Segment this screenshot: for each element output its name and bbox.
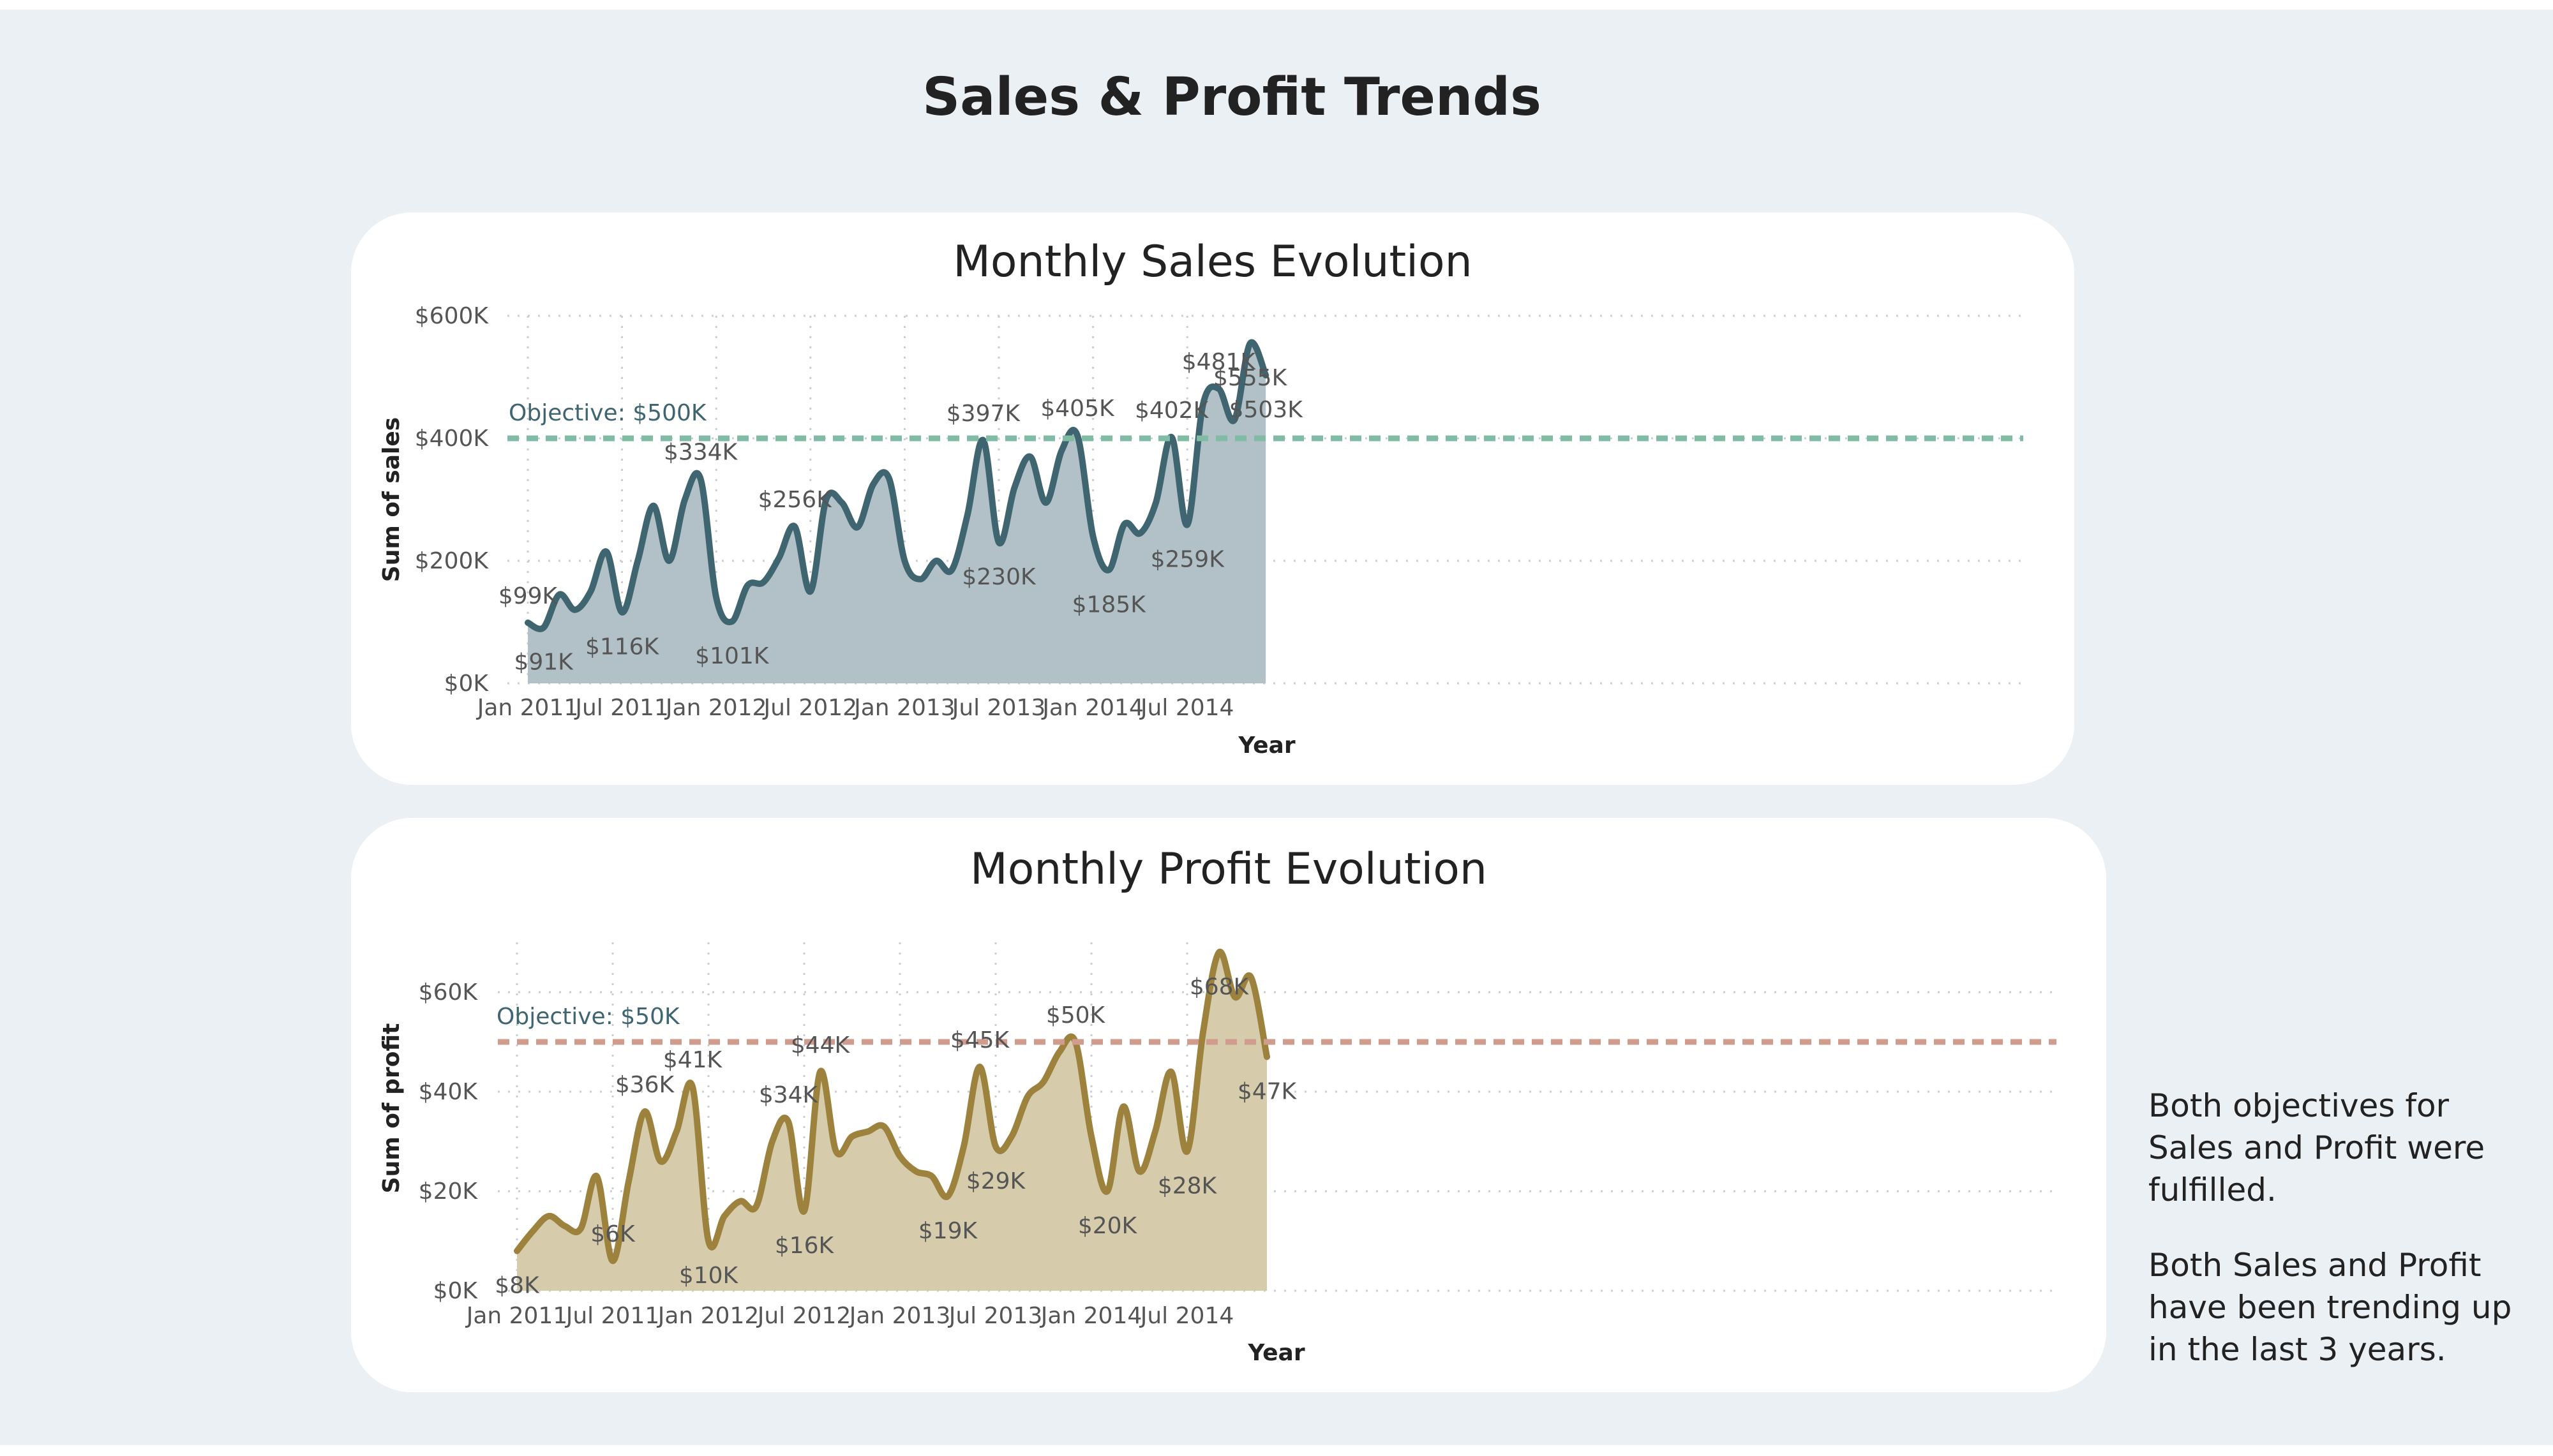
objective-label: Objective: $50K — [497, 1004, 680, 1030]
data-label: $45K — [950, 1027, 1010, 1053]
data-label: $10K — [679, 1263, 739, 1289]
note-trend: Both Sales and Profit have been trending… — [2148, 1247, 2512, 1368]
page-title: Sales & Profit Trends — [922, 67, 1541, 128]
sales-chart[interactable]: Monthly Sales Evolution $0K $200K $400K $600… — [351, 212, 2074, 785]
y-tick-label: $60K — [419, 979, 479, 1006]
data-label: $34K — [759, 1082, 819, 1108]
data-label: $405K — [1040, 396, 1115, 422]
data-label: $44K — [791, 1032, 851, 1059]
x-tick-label: Jul 2011 — [574, 695, 669, 721]
data-label: $19K — [918, 1218, 978, 1244]
data-label: $68K — [1190, 974, 1250, 1000]
x-axis-title: Year — [1238, 732, 1295, 759]
x-tick-label: Jul 2011 — [565, 1303, 660, 1329]
data-label: $29K — [966, 1168, 1026, 1194]
y-tick-label: $600K — [415, 303, 490, 329]
data-label: $185K — [1072, 591, 1147, 618]
data-label: $230K — [962, 564, 1037, 590]
x-tick-label: Jul 2012 — [756, 1303, 851, 1329]
data-label: $402K — [1135, 397, 1209, 424]
y-tick-label: $40K — [419, 1079, 479, 1105]
data-label: $99K — [498, 583, 558, 609]
chart-title: Monthly Sales Evolution — [953, 237, 1472, 287]
y-axis-title: Sum of profit — [378, 1023, 405, 1194]
note-objectives: Both objectives for Sales and Profit wer… — [2148, 1087, 2485, 1208]
data-label: $397K — [947, 401, 1021, 427]
x-axis-title: Year — [1247, 1340, 1305, 1366]
report-canvas: Sales & Profit Trends Monthly Sales Evol… — [0, 10, 2553, 1445]
y-tick-label: $400K — [415, 426, 490, 452]
data-label: $334K — [664, 439, 738, 465]
data-label: $555K — [1213, 365, 1288, 391]
sales-chart-card: Monthly Sales Evolution $0K $200K $400K $600… — [351, 212, 2074, 785]
data-label: $116K — [585, 634, 660, 660]
x-tick-label: Jan 2014 — [1040, 1303, 1142, 1329]
data-label: $50K — [1046, 1002, 1106, 1029]
data-label: $503K — [1229, 397, 1304, 423]
objective-label: Objective: $500K — [509, 400, 707, 426]
x-tick-label: Jan 2011 — [476, 695, 579, 721]
x-tick-label: Jan 2012 — [664, 695, 767, 721]
data-label: $47K — [1238, 1078, 1298, 1104]
x-tick-label: Jan 2013 — [853, 695, 955, 721]
data-label: $16K — [775, 1233, 835, 1259]
data-label: $36K — [615, 1072, 675, 1098]
x-tick-label: Jul 2014 — [1139, 695, 1234, 721]
data-label: $41K — [663, 1047, 723, 1073]
y-tick-label: $200K — [415, 548, 490, 574]
x-tick-label: Jan 2011 — [465, 1303, 568, 1329]
data-label: $101K — [695, 643, 770, 669]
profit-chart-card: Monthly Profit Evolution $0K $20K $40K $60K J… — [351, 818, 2106, 1392]
x-tick-label: Jul 2013 — [948, 1303, 1043, 1329]
profit-chart[interactable]: Monthly Profit Evolution $0K $20K $40K $60K J… — [351, 818, 2106, 1392]
data-label: $6K — [590, 1221, 636, 1247]
chart-title: Monthly Profit Evolution — [970, 844, 1487, 895]
x-tick-label: Jan 2014 — [1041, 695, 1144, 721]
data-label: $20K — [1078, 1213, 1138, 1239]
data-label: $259K — [1151, 546, 1225, 572]
y-tick-label: $20K — [419, 1178, 479, 1205]
x-tick-label: Jul 2012 — [763, 695, 858, 721]
x-tick-label: Jan 2012 — [657, 1303, 760, 1329]
data-label: $91K — [514, 650, 574, 676]
data-label: $28K — [1158, 1173, 1218, 1200]
x-tick-label: Jan 2013 — [848, 1303, 951, 1329]
y-axis-title: Sum of sales — [378, 417, 405, 582]
data-label: $8K — [495, 1273, 540, 1299]
x-tick-label: Jul 2013 — [951, 695, 1046, 721]
data-label: $256K — [758, 487, 833, 513]
y-tick-label: $0K — [433, 1278, 479, 1304]
x-tick-label: Jul 2014 — [1139, 1303, 1234, 1329]
y-tick-label: $0K — [444, 671, 490, 697]
